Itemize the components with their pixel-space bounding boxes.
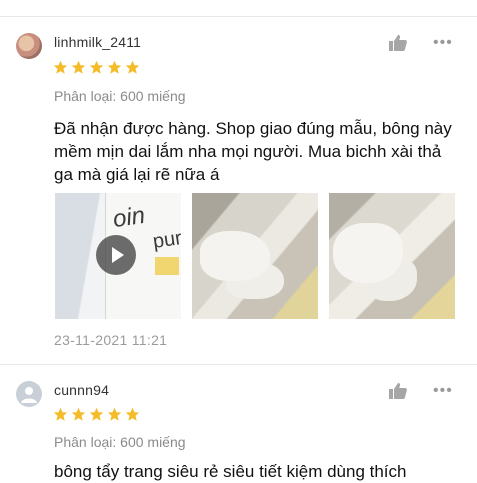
play-icon[interactable] [96,235,136,275]
reviewer-username[interactable]: cunnn94 [54,382,109,398]
cotton-pads [200,231,270,281]
star-icon [89,407,104,421]
review-date: 23-11-2021 11:21 [54,332,168,348]
star-icon [71,407,86,421]
star-icon [71,60,86,74]
star-icon [107,407,122,421]
star-icon [107,60,122,74]
avatar[interactable] [16,381,42,407]
divider [0,364,477,365]
star-icon [125,60,140,74]
more-dots-icon[interactable]: ••• [433,383,453,399]
rating-stars [53,407,140,422]
bag-print-text: pur [151,227,181,253]
review-text: Đã nhận được hàng. Shop giao đúng mẫu, b… [54,119,452,184]
rating-stars [53,60,140,75]
variant-label: Phân loại: 600 miếng [54,434,186,450]
star-icon [89,60,104,74]
star-icon [53,60,68,74]
review-text: bông tẩy trang siêu rẻ siêu tiết kiệm dù… [54,462,407,481]
divider [0,16,477,17]
review-video-thumbnail[interactable]: oin pur [55,193,181,319]
star-icon [53,407,68,421]
variant-label: Phân loại: 600 miếng [54,88,186,104]
reviewer-username[interactable]: linhmilk_2411 [54,34,141,50]
bag-label [155,257,179,275]
review-photo[interactable] [192,193,318,319]
avatar[interactable] [16,33,42,59]
star-icon [125,407,140,421]
bag-print-text: oin [111,201,147,234]
more-dots-icon[interactable]: ••• [433,35,453,51]
thumbs-up-icon[interactable] [388,382,408,400]
review-photo[interactable] [329,193,455,319]
user-icon [21,387,37,403]
cotton-pads [333,223,403,283]
thumbs-up-icon[interactable] [388,34,408,52]
